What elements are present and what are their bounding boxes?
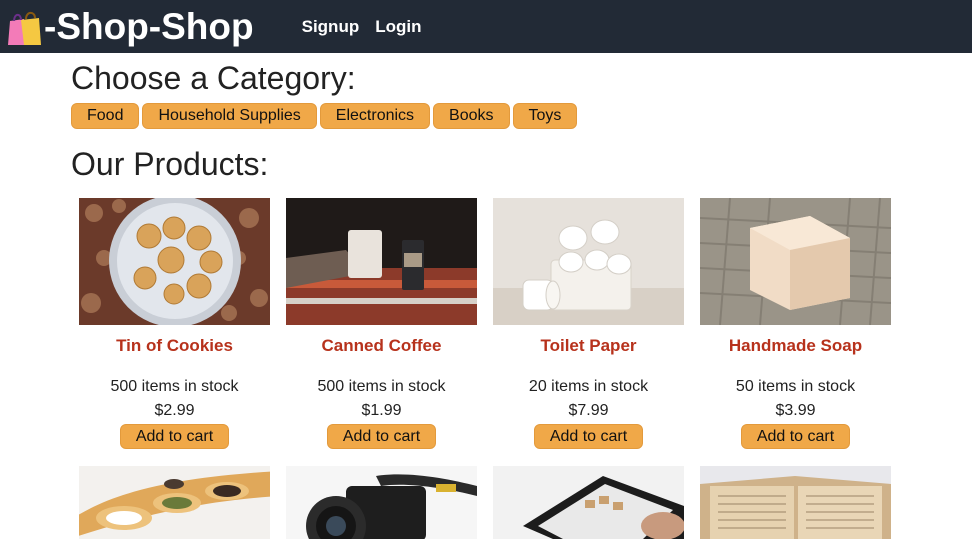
category-electronics-button[interactable]: Electronics	[319, 103, 431, 129]
product-card	[485, 466, 692, 539]
toilet-paper-photo[interactable]	[493, 198, 684, 325]
category-books-button[interactable]: Books	[433, 103, 510, 129]
categories-heading: Choose a Category:	[71, 60, 356, 96]
product-name[interactable]: Toilet Paper	[485, 336, 692, 356]
shopping-bags-icon	[6, 7, 42, 47]
brand-title: -Shop-Shop	[44, 5, 254, 47]
product-price: $1.99	[361, 402, 402, 419]
main-nav: Signup Login	[302, 17, 422, 37]
spices-photo[interactable]	[79, 466, 270, 539]
top-navbar: -Shop-Shop Signup Login	[0, 0, 972, 53]
product-name[interactable]: Canned Coffee	[278, 336, 485, 356]
category-food-button[interactable]: Food	[71, 103, 140, 129]
product-card	[692, 466, 899, 539]
category-household-button[interactable]: Household Supplies	[142, 103, 317, 129]
brand-link[interactable]: -Shop-Shop	[6, 0, 254, 53]
add-to-cart-button[interactable]: Add to cart	[534, 424, 643, 449]
product-price: $3.99	[775, 402, 816, 419]
product-card: Tin of Cookies 500 items in stock $2.99 …	[71, 198, 278, 454]
product-card	[278, 466, 485, 539]
cookies-photo[interactable]	[79, 198, 270, 325]
product-stock: 50 items in stock	[735, 378, 856, 395]
signup-link[interactable]: Signup	[302, 17, 360, 37]
book-photo[interactable]	[700, 466, 891, 539]
product-price: $2.99	[154, 402, 195, 419]
tablet-photo[interactable]	[493, 466, 684, 539]
category-toys-button[interactable]: Toys	[512, 103, 578, 129]
product-stock: 20 items in stock	[528, 378, 649, 395]
products-heading: Our Products:	[71, 146, 269, 182]
category-list: Food Household Supplies Electronics Book…	[71, 103, 578, 129]
soap-photo[interactable]	[700, 198, 891, 325]
product-stock: 500 items in stock	[317, 378, 446, 395]
add-to-cart-button[interactable]: Add to cart	[120, 424, 229, 449]
product-card: Toilet Paper 20 items in stock $7.99 Add…	[485, 198, 692, 454]
login-link[interactable]: Login	[375, 17, 421, 37]
product-card	[71, 466, 278, 539]
add-to-cart-button[interactable]: Add to cart	[327, 424, 436, 449]
camera-photo[interactable]	[286, 466, 477, 539]
product-card: Handmade Soap 50 items in stock $3.99 Ad…	[692, 198, 899, 454]
add-to-cart-button[interactable]: Add to cart	[741, 424, 850, 449]
product-card: Canned Coffee 500 items in stock $1.99 A…	[278, 198, 485, 454]
product-name[interactable]: Handmade Soap	[692, 336, 899, 356]
product-price: $7.99	[568, 402, 609, 419]
product-name[interactable]: Tin of Cookies	[71, 336, 278, 356]
coffee-photo[interactable]	[286, 198, 477, 325]
product-stock: 500 items in stock	[110, 378, 239, 395]
